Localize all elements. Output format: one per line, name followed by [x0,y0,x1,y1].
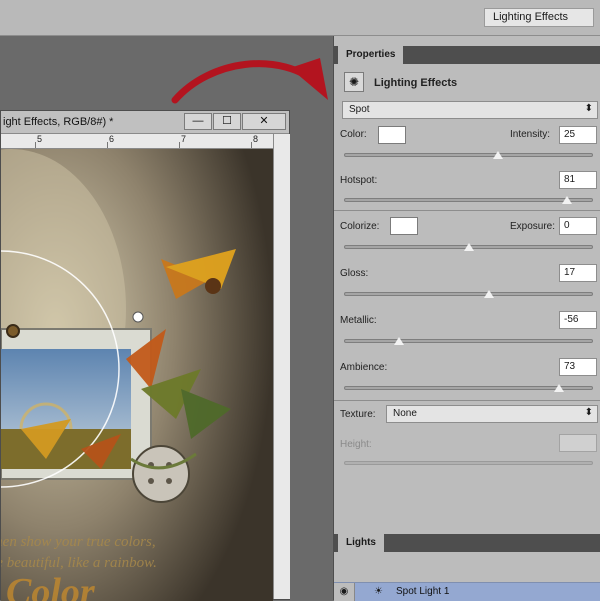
minimize-icon: — [192,115,204,127]
colorize-swatch[interactable] [390,217,418,235]
ambience-field[interactable]: 73 [559,358,597,376]
metallic-label: Metallic: [340,315,377,326]
workspace-gutter [290,110,332,600]
light-type-value: Spot [349,104,370,115]
colorize-label: Colorize: [340,221,380,232]
eye-icon[interactable]: ◉ [334,583,355,601]
red-arrow-annotation [171,58,328,104]
intensity-slider[interactable] [344,151,593,159]
color-swatch[interactable] [378,126,406,144]
horizontal-ruler: 5 6 7 8 [1,134,273,149]
panel-title: Lighting Effects [374,77,458,89]
properties-panel: Properties ✺ Lighting Effects Spot ⬍ Col… [333,36,600,601]
maximize-icon: ☐ [222,115,232,127]
ambience-label: Ambience: [340,362,388,373]
document-window: ight Effects, RGB/8#) * — ☐ ✕ 5 6 7 8 th… [0,110,290,601]
canvas-text-line2: re beautiful, like a rainbow. [1,555,157,571]
light-name: Spot Light 1 [396,586,450,597]
intensity-field[interactable]: 25 [559,126,597,144]
ambience-thumb[interactable] [553,384,564,392]
texture-value: None [393,408,417,419]
image-canvas[interactable]: then show your true colors, re beautiful… [1,149,273,601]
hotspot-slider[interactable] [344,196,593,204]
close-button[interactable]: ✕ [242,113,286,130]
canvas-text-line3: Color [6,571,96,601]
intensity-thumb[interactable] [493,151,504,159]
ruler-tick: 6 [109,134,115,144]
dropdown-arrow-icon: ⬍ [584,103,593,114]
document-title: ight Effects, RGB/8#) * [3,116,114,128]
gloss-label: Gloss: [340,268,369,279]
intensity-label: Intensity: [510,129,551,140]
maximize-button[interactable]: ☐ [213,113,241,130]
texture-dropdown[interactable]: None ⬍ [386,405,598,423]
metallic-slider[interactable] [344,337,593,345]
ruler-tick: 7 [181,134,187,144]
height-slider [344,461,593,465]
gloss-thumb[interactable] [484,290,495,298]
ruler-tick: 8 [253,134,259,144]
hotspot-thumb[interactable] [562,196,573,204]
vertical-ruler [273,134,290,599]
preset-dropdown[interactable]: Lighting Effects [484,8,594,27]
canvas-text-line1: then show your true colors, [1,534,156,550]
gloss-field[interactable]: 17 [559,264,597,282]
ruler-tick: 5 [37,134,43,144]
dropdown-arrow-icon: ⬍ [584,407,593,418]
texture-label: Texture: [340,409,376,420]
gloss-slider[interactable] [344,290,593,298]
divider [334,210,600,211]
sun-icon: ✺ [344,72,364,92]
options-bar: Lighting Effects [0,0,600,36]
metallic-thumb[interactable] [394,337,405,345]
divider [334,400,600,401]
color-label: Color: [340,129,367,140]
light-list-item[interactable]: ◉ ☀ Spot Light 1 [334,582,600,601]
hotspot-label: Hotspot: [340,175,378,186]
ambience-slider[interactable] [344,384,593,392]
bulb-icon: ☀ [374,586,383,597]
height-label: Height: [340,439,372,450]
tab-properties[interactable]: Properties [338,46,404,64]
exposure-thumb[interactable] [463,243,474,251]
preset-label: Lighting Effects [493,11,569,23]
exposure-field[interactable]: 0 [559,217,597,235]
document-title-bar[interactable]: ight Effects, RGB/8#) * — ☐ ✕ [1,111,289,134]
tab-lights[interactable]: Lights [338,534,384,552]
exposure-label: Exposure: [510,221,556,232]
hotspot-field[interactable]: 81 [559,171,597,189]
lights-tabstrip: Lights [334,534,600,552]
minimize-button[interactable]: — [184,113,212,130]
properties-tabstrip: Properties [334,46,600,64]
metallic-field[interactable]: -56 [559,311,597,329]
exposure-slider[interactable] [344,243,593,251]
height-field [559,434,597,452]
light-type-dropdown[interactable]: Spot ⬍ [342,101,598,119]
close-icon: ✕ [259,115,269,127]
